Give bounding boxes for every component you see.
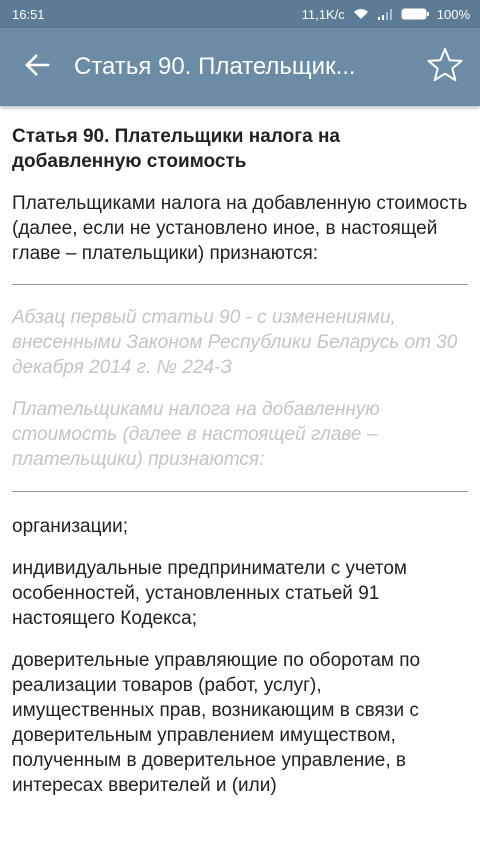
star-outline-icon (426, 47, 464, 88)
wifi-icon (353, 8, 369, 20)
article-content[interactable]: Статья 90. Плательщики налога на добавле… (0, 106, 480, 854)
page-title: Статья 90. Плательщик... (74, 53, 356, 80)
list-item: доверительные управляющие по оборотам по… (12, 650, 421, 796)
arrow-left-icon (24, 53, 50, 81)
signal-icon (377, 8, 393, 20)
app-bar: Статья 90. Плательщик... (0, 28, 480, 106)
back-button[interactable] (0, 28, 74, 106)
list-item: индивидуальные предприниматели с учетом … (12, 558, 407, 629)
divider (12, 284, 468, 285)
list-item: организации; (12, 516, 128, 537)
old-text-note: Плательщиками налога на добавленную стои… (12, 399, 380, 470)
article-intro: Плательщиками налога на добавленную стои… (12, 193, 468, 264)
favorite-button[interactable] (410, 28, 480, 106)
network-speed: 11,1K/c (301, 6, 345, 22)
battery-icon (401, 8, 429, 20)
article-title: Статья 90. Плательщики налога на добавле… (12, 126, 341, 172)
status-icons: 11,1K/c 100% (302, 7, 470, 22)
divider (12, 491, 468, 492)
battery-percent: 100% (436, 6, 470, 22)
change-note: Абзац первый статьи 90 - с изменениями, … (12, 307, 458, 378)
status-bar: 16:51 11,1K/c 100% (0, 0, 480, 28)
status-time: 16:51 (12, 6, 45, 22)
